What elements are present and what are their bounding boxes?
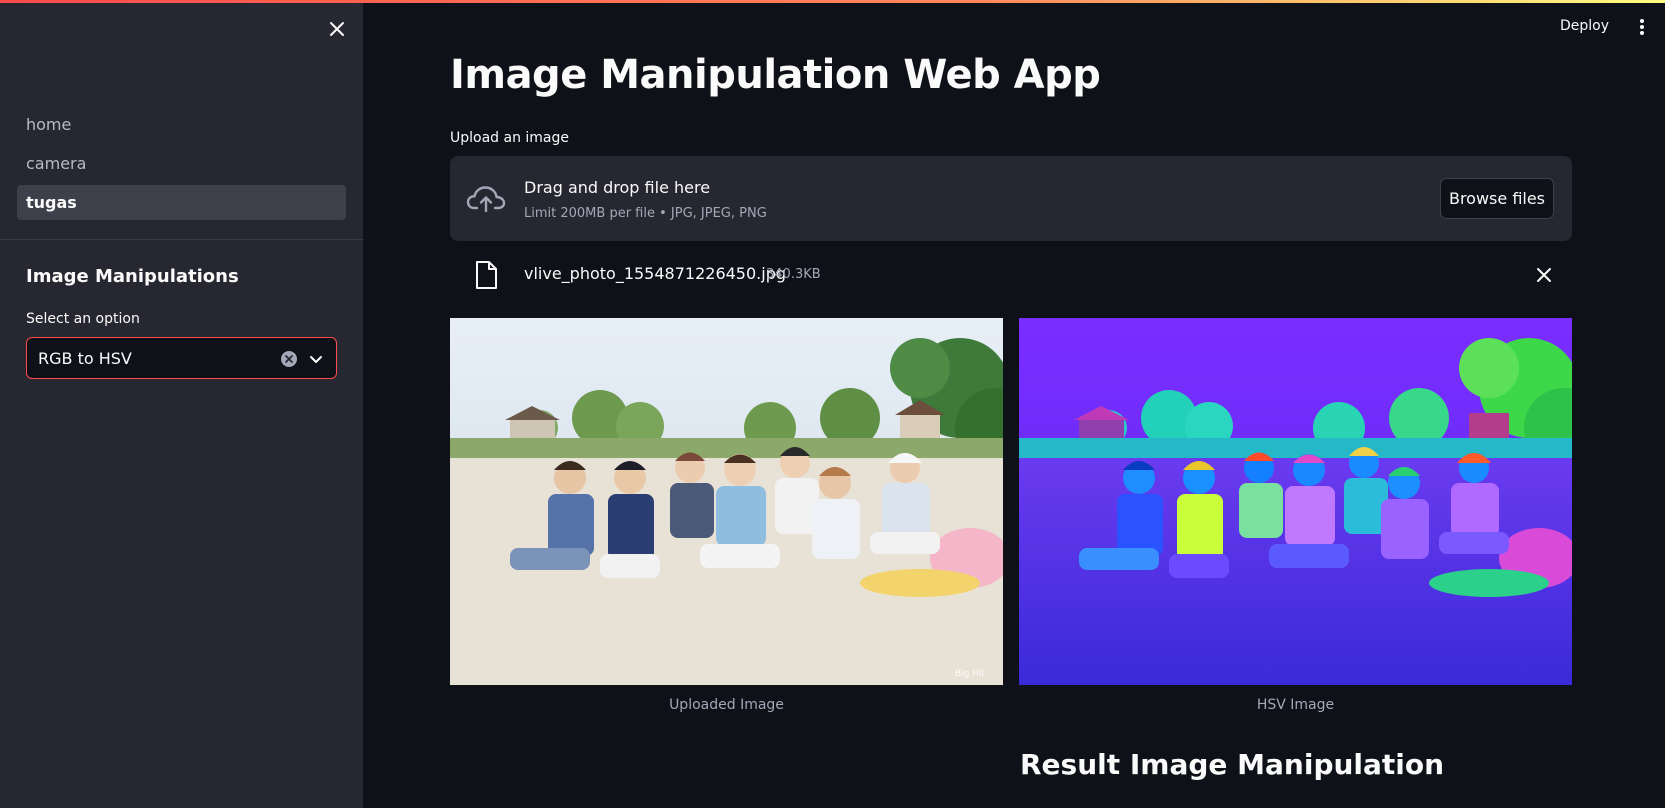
chevron-down-icon[interactable] [307,350,325,368]
file-icon [476,261,497,289]
file-size: 340.3KB [766,267,821,282]
sidebar-item-camera[interactable]: camera [17,146,346,181]
upload-label: Upload an image [450,130,570,146]
browse-files-button[interactable]: Browse files [1440,178,1554,219]
uploaded-image: Big Hit [450,318,1003,685]
remove-file-icon[interactable] [1533,264,1555,286]
dropzone-subtitle: Limit 200MB per file • JPG, JPEG, PNG [524,206,767,221]
file-name: vlive_photo_1554871226450.jpg [524,264,786,283]
select-label: Select an option [26,311,140,327]
sidebar-close-button[interactable] [325,17,349,41]
file-dropzone[interactable]: Drag and drop file here Limit 200MB per … [450,156,1572,241]
clear-icon[interactable] [280,350,298,368]
sidebar: home camera tugas Image Manipulations Se… [0,0,363,808]
hsv-image [1019,318,1572,685]
uploaded-file-row: vlive_photo_1554871226450.jpg 340.3KB [450,256,1572,292]
sidebar-section-title: Image Manipulations [26,266,239,287]
select-value: RGB to HSV [38,348,132,368]
result-heading: Result Image Manipulation [1020,748,1445,781]
sidebar-nav: home camera tugas [17,107,346,224]
more-menu-icon[interactable] [1632,16,1652,38]
image-watermark: Big Hit [955,669,986,679]
top-accent-bar [0,0,1665,3]
dropzone-title: Drag and drop file here [524,178,711,197]
page-title: Image Manipulation Web App [450,52,1101,98]
sidebar-item-home[interactable]: home [17,107,346,142]
cloud-upload-icon [466,186,506,213]
uploaded-image-caption: Uploaded Image [669,697,784,713]
hsv-image-caption: HSV Image [1256,697,1335,713]
manipulation-select[interactable]: RGB to HSV [26,337,337,379]
sidebar-divider [0,239,363,240]
sidebar-item-tugas[interactable]: tugas [17,185,346,220]
deploy-button[interactable]: Deploy [1560,15,1609,37]
close-icon [330,22,344,36]
